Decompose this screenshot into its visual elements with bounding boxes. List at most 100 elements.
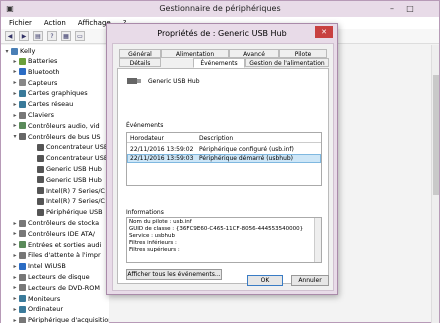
tree-item-label: Cartes graphiques [28, 89, 88, 98]
menu-file[interactable]: Fichier [9, 19, 32, 27]
main-window-title: Gestionnaire de périphériques [159, 4, 281, 13]
expand-icon[interactable]: ▸ [11, 112, 19, 119]
device-category-icon [37, 154, 44, 162]
tree-item[interactable]: ▸ Files d'attente à l'impr [11, 250, 100, 260]
tree-item[interactable]: ▸ Capteurs [11, 78, 57, 88]
tree-item[interactable]: Intel(R) 7 Series/C [29, 196, 105, 206]
tree-item-label: Lecteurs de DVD-ROM [28, 283, 100, 292]
tree-item[interactable]: ▸ Lecteurs de DVD-ROM [11, 283, 100, 293]
tab-driver[interactable]: Pilote [279, 49, 327, 58]
tree-item[interactable]: ▸ Périphérique d'acquisition d'images [11, 315, 109, 323]
show-all-events-button[interactable]: Afficher tous les événements... [126, 269, 222, 280]
tree-item[interactable]: ▸ Contrôleurs IDE ATA/ [11, 229, 95, 239]
expand-icon[interactable]: ▸ [11, 317, 19, 323]
tree-item[interactable]: Concentrateur USB [29, 142, 108, 152]
tree-item-label: Contrôleurs IDE ATA/ [28, 229, 95, 238]
tree-scroll-thumb[interactable] [433, 75, 439, 195]
expand-icon[interactable]: ▸ [11, 90, 19, 97]
expand-icon[interactable]: ▸ [11, 220, 19, 227]
tree-item-label: Intel WiUSB [28, 262, 66, 271]
tree-item[interactable]: ▸ Contrôleurs audio, vid [11, 121, 100, 131]
expand-icon[interactable]: ▸ [11, 79, 19, 86]
tab-power[interactable]: Alimentation [161, 49, 229, 58]
device-category-icon [19, 262, 26, 270]
tab-power-management[interactable]: Gestion de l'alimentation [245, 58, 329, 67]
collapse-icon[interactable]: ▾ [3, 48, 11, 55]
expand-icon[interactable]: ▸ [11, 241, 19, 248]
tree-item[interactable]: ▸ Lecteurs de disque [11, 272, 89, 282]
expand-icon[interactable]: ▸ [11, 68, 19, 75]
tree-item[interactable]: ▸ Ordinateur [11, 304, 63, 314]
expand-icon[interactable]: ▸ [11, 274, 19, 281]
tree-item[interactable]: ▸ Batteries [11, 56, 57, 66]
events-section-label: Événements [126, 122, 164, 129]
tree-item-label: Intel(R) 7 Series/C [46, 186, 105, 195]
ok-button[interactable]: OK [247, 275, 283, 286]
computer-icon [11, 47, 18, 55]
tree-item[interactable]: Concentrateur USB [29, 153, 108, 163]
expand-icon[interactable]: ▸ [11, 295, 19, 302]
back-icon[interactable]: ◀ [5, 31, 15, 41]
scan-icon[interactable]: ▦ [61, 31, 71, 41]
tree-item[interactable]: ▾ Contrôleurs de bus US [11, 132, 101, 142]
expand-icon[interactable]: ▸ [11, 263, 19, 270]
column-description[interactable]: Description [199, 135, 233, 142]
info-line: Service : usbhub [129, 233, 175, 239]
event-time: 22/11/2016 13:59:03 [130, 155, 194, 162]
close-icon[interactable]: ✕ [315, 26, 333, 38]
tree-scrollbar[interactable] [431, 45, 439, 323]
tree-item[interactable]: ▸ Cartes graphiques [11, 88, 88, 98]
tab-general[interactable]: Général [119, 49, 161, 58]
expand-icon[interactable]: ▸ [11, 122, 19, 129]
tree-item-label: Contrôleurs de bus US [28, 132, 101, 141]
tab-advanced[interactable]: Avancé [229, 49, 279, 58]
help-icon[interactable]: ? [47, 31, 57, 41]
tree-item[interactable]: Generic USB Hub [29, 164, 102, 174]
tree-item[interactable]: ▸ Contrôleurs de stocka [11, 218, 99, 228]
device-category-icon [19, 305, 26, 313]
column-timestamp[interactable]: Horodateur [130, 135, 164, 142]
menu-action[interactable]: Action [44, 19, 66, 27]
tree-root[interactable]: ▾ Kelly [3, 46, 35, 56]
tree-item[interactable]: Intel(R) 7 Series/C [29, 186, 105, 196]
properties-icon[interactable]: ▤ [33, 31, 43, 41]
expand-icon[interactable]: ▸ [11, 284, 19, 291]
monitor-icon[interactable]: ▭ [75, 31, 85, 41]
info-line: GUID de classe : {36FC9E60-C465-11CF-805… [129, 226, 304, 232]
tree-item[interactable]: ▸ Entrées et sorties audi [11, 240, 101, 250]
device-category-icon [37, 165, 44, 173]
tree-item[interactable]: Generic USB Hub [29, 175, 102, 185]
tree-item[interactable]: Périphérique USB [29, 207, 103, 217]
tab-details[interactable]: Détails [119, 58, 161, 67]
expand-icon[interactable]: ▸ [11, 230, 19, 237]
device-category-icon [19, 230, 26, 238]
device-category-icon [19, 316, 26, 323]
expand-icon[interactable]: ▸ [11, 58, 19, 65]
forward-icon[interactable]: ▶ [19, 31, 29, 41]
expand-icon[interactable]: ▸ [11, 252, 19, 259]
device-category-icon [37, 197, 44, 205]
tree-item[interactable]: ▸ Bluetooth [11, 67, 59, 77]
collapse-icon[interactable]: ▾ [11, 133, 19, 140]
table-row-selected[interactable]: 22/11/2016 13:59:03 Périphérique démarré… [127, 154, 321, 163]
minimize-button[interactable]: – [385, 1, 399, 17]
device-category-icon [37, 143, 44, 151]
info-textbox[interactable]: Nom du pilote : usb.inf GUID de classe :… [126, 217, 322, 263]
info-scrollbar[interactable] [314, 218, 321, 262]
maximize-button[interactable]: □ [403, 1, 417, 17]
tree-item-label: Contrôleurs audio, vid [28, 121, 100, 130]
info-line: Filtres inférieurs : [129, 240, 177, 246]
tab-events[interactable]: Événements [193, 58, 245, 68]
cancel-button[interactable]: Annuler [291, 275, 329, 286]
device-category-icon [19, 251, 26, 259]
tree-item[interactable]: ▸ Intel WiUSB [11, 261, 66, 271]
table-row[interactable]: 22/11/2016 13:59:02 Périphérique configu… [127, 145, 321, 154]
tree-item[interactable]: ▸ Claviers [11, 110, 54, 120]
tree-item[interactable]: ▸ Moniteurs [11, 294, 60, 304]
info-section-label: Informations [126, 209, 164, 216]
expand-icon[interactable]: ▸ [11, 101, 19, 108]
tree-item[interactable]: ▸ Cartes réseau [11, 99, 73, 109]
tree-item-label: Batteries [28, 57, 58, 65]
expand-icon[interactable]: ▸ [11, 306, 19, 313]
usb-device-icon [127, 78, 141, 84]
